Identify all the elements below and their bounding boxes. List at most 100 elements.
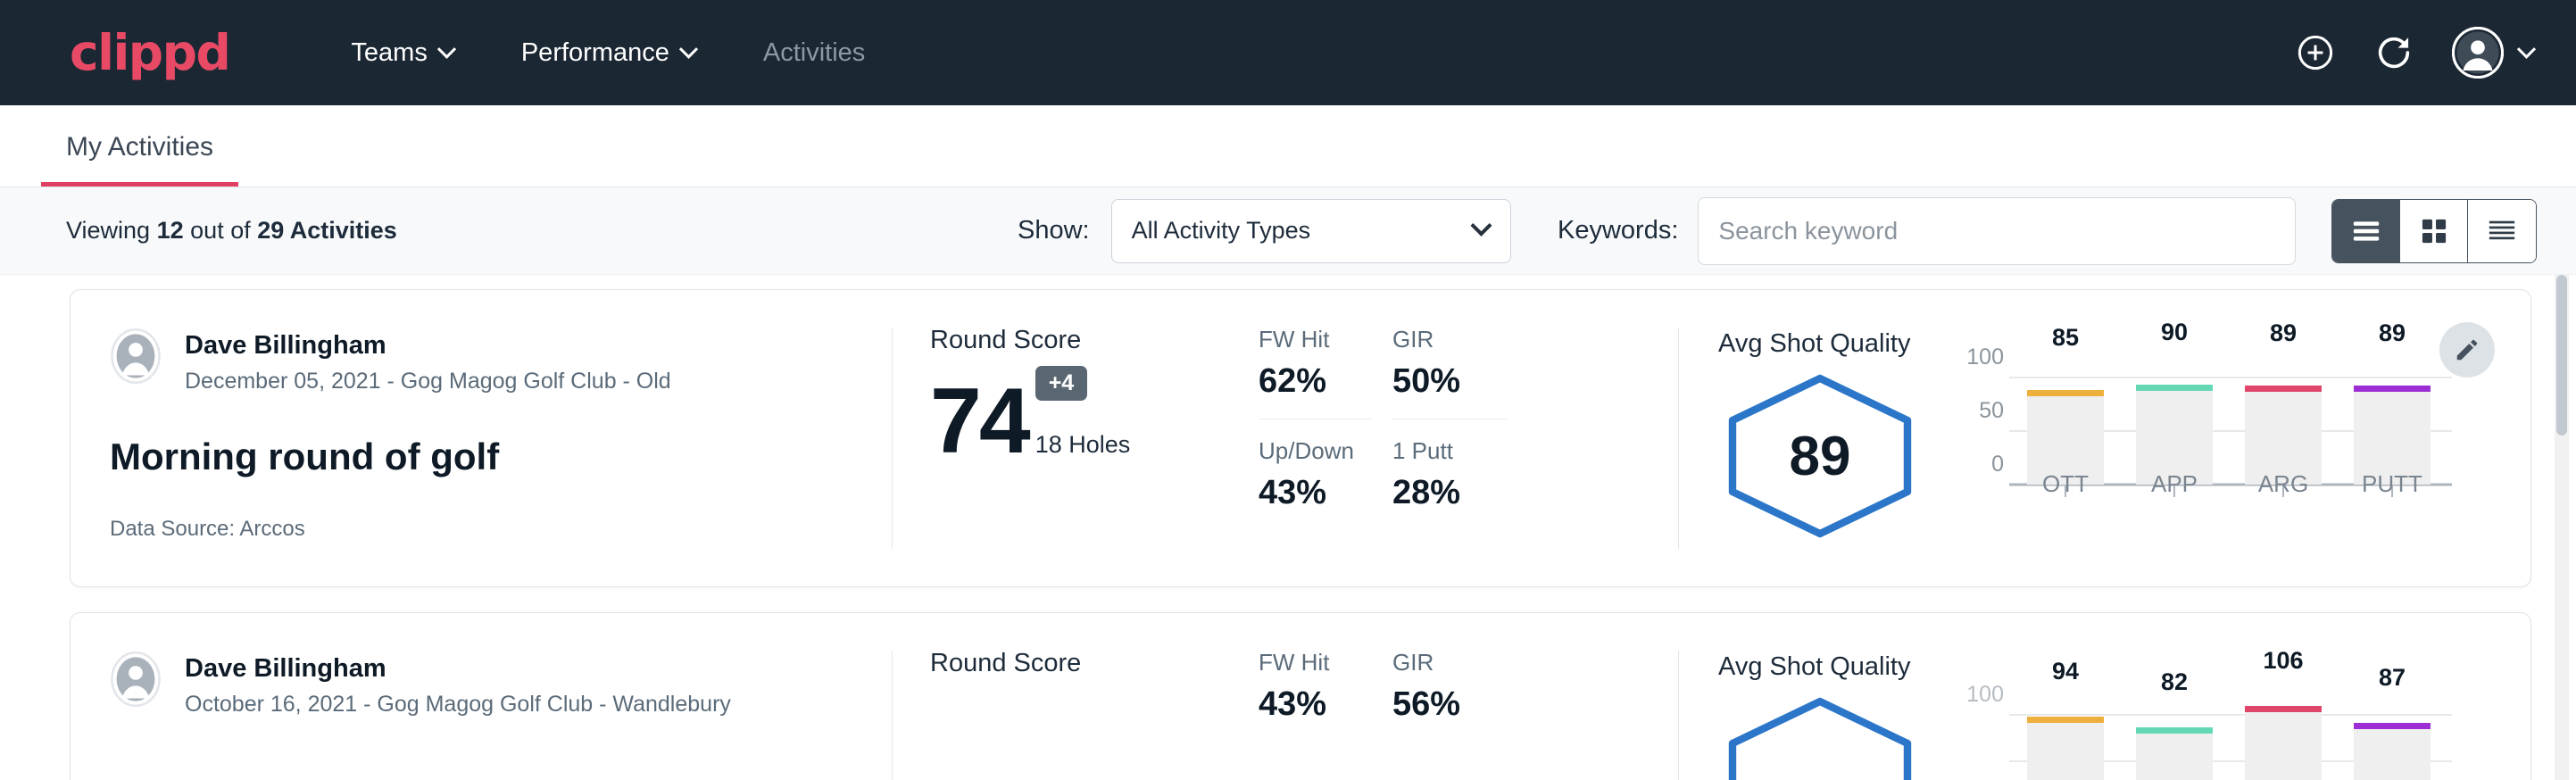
stat-gir: GIR 56% bbox=[1392, 649, 1526, 724]
nav-item-teams[interactable]: Teams bbox=[317, 38, 486, 68]
stat-value: 50% bbox=[1392, 362, 1526, 401]
viewing-middle: out of bbox=[190, 217, 251, 244]
bar-value-arg: 106 bbox=[2245, 647, 2322, 675]
bar-body-app bbox=[2136, 388, 2213, 485]
shot-quality-bar-chart bbox=[1959, 679, 2459, 780]
keywords-label: Keywords: bbox=[1558, 216, 1678, 245]
nav-item-activities[interactable]: Activities bbox=[729, 38, 899, 68]
viewing-prefix: Viewing bbox=[66, 217, 150, 244]
activity-card[interactable]: Dave Billingham October 16, 2021 - Gog M… bbox=[70, 612, 2531, 780]
shot-quality-section: Avg Shot Quality bbox=[1679, 613, 2530, 780]
bar-cap-ott bbox=[2027, 717, 2104, 723]
tab-my-activities[interactable]: My Activities bbox=[41, 132, 238, 187]
scrollbar-thumb[interactable] bbox=[2556, 275, 2567, 436]
stat-label: GIR bbox=[1392, 326, 1526, 353]
data-source: Data Source: Arccos bbox=[110, 517, 305, 542]
grid-view-icon bbox=[2420, 217, 2448, 245]
activity-info: Dave Billingham December 05, 2021 - Gog … bbox=[71, 290, 892, 586]
stat-1-putt: 1 Putt 28% bbox=[1392, 437, 1526, 512]
bar-body-ott bbox=[2027, 394, 2104, 485]
bar-value-arg: 89 bbox=[2245, 319, 2322, 347]
stat-label: FW Hit bbox=[1259, 649, 1392, 676]
top-navigation-bar: clippd Teams Performance Activities bbox=[0, 0, 2576, 105]
round-score-label: Round Score bbox=[930, 326, 1259, 355]
vertical-scrollbar[interactable] bbox=[2555, 275, 2569, 780]
bar-body-arg bbox=[2245, 389, 2322, 485]
search-input[interactable] bbox=[1698, 197, 2296, 265]
filter-toolbar: Viewing 12 out of 29 Activities Show: Al… bbox=[0, 187, 2576, 275]
round-score-value: 74 bbox=[930, 378, 1028, 466]
stat-value: 43% bbox=[1259, 685, 1392, 724]
avatar bbox=[110, 651, 162, 708]
activities-list: Dave Billingham December 05, 2021 - Gog … bbox=[0, 275, 2576, 780]
shot-quality-chart: 100 94 82 106 87 bbox=[1959, 649, 2459, 780]
activity-info: Dave Billingham October 16, 2021 - Gog M… bbox=[71, 613, 892, 780]
bar-body-app bbox=[2136, 731, 2213, 780]
stat-label: 1 Putt bbox=[1392, 437, 1526, 465]
holes-played: 18 Holes bbox=[1035, 431, 1131, 459]
bar-value-putt: 89 bbox=[2354, 319, 2431, 347]
shot-quality-section: Avg Shot Quality 89 bbox=[1679, 290, 2530, 586]
bar-cap-putt bbox=[2354, 723, 2431, 729]
viewing-summary: Viewing 12 out of 29 Activities bbox=[66, 217, 397, 245]
activity-card[interactable]: Dave Billingham December 05, 2021 - Gog … bbox=[70, 289, 2531, 587]
list-view-button[interactable] bbox=[2332, 200, 2400, 262]
shot-quality-hexagon: 89 bbox=[1718, 371, 1922, 541]
avatar bbox=[2452, 27, 2504, 79]
bar-value-ott: 85 bbox=[2027, 324, 2104, 352]
avatar bbox=[110, 328, 162, 385]
player-name: Dave Billingham bbox=[185, 652, 731, 685]
add-circle-icon[interactable] bbox=[2295, 32, 2336, 73]
round-score-section: Round Score bbox=[893, 613, 1259, 780]
nav-actions bbox=[2295, 0, 2533, 105]
nav-item-performance[interactable]: Performance bbox=[487, 38, 729, 68]
refresh-icon[interactable] bbox=[2373, 32, 2414, 73]
list-view-icon bbox=[2351, 218, 2381, 245]
viewing-total: 29 Activities bbox=[257, 217, 397, 244]
activity-type-select[interactable]: All Activity Types bbox=[1111, 199, 1511, 263]
show-label: Show: bbox=[1018, 216, 1090, 245]
compact-view-button[interactable] bbox=[2468, 200, 2536, 262]
tab-bar: My Activities bbox=[0, 105, 2576, 187]
primary-nav: Teams Performance Activities bbox=[317, 38, 899, 68]
show-filter-group: Show: All Activity Types bbox=[1018, 199, 1511, 263]
app-logo[interactable]: clippd bbox=[70, 29, 229, 78]
activity-title: Morning round of golf bbox=[110, 436, 892, 478]
bar-body-arg bbox=[2245, 709, 2322, 780]
account-avatar[interactable] bbox=[2452, 27, 2533, 79]
activity-meta: October 16, 2021 - Gog Magog Golf Club -… bbox=[185, 692, 731, 718]
stat-value: 62% bbox=[1259, 362, 1392, 401]
shot-quality-chart: 100 50 0 85 90 89 89 OTT APP ARG PUTT bbox=[1959, 326, 2459, 586]
stat-up-down: Up/Down 43% bbox=[1259, 437, 1392, 512]
player-identity: Dave Billingham December 05, 2021 - Gog … bbox=[110, 328, 892, 394]
activity-meta: December 05, 2021 - Gog Magog Golf Club … bbox=[185, 369, 671, 394]
stat-value: 28% bbox=[1392, 474, 1526, 512]
stat-fw-hit: FW Hit 43% bbox=[1259, 649, 1392, 724]
avg-shot-quality-value bbox=[1718, 694, 1922, 780]
chevron-down-icon bbox=[1470, 215, 1492, 236]
bar-body-putt bbox=[2354, 389, 2431, 485]
chevron-down-icon bbox=[2517, 39, 2536, 58]
stat-fw-hit: FW Hit 62% bbox=[1259, 326, 1392, 401]
edit-activity-button[interactable] bbox=[2439, 322, 2495, 378]
bar-cap-app bbox=[2136, 385, 2213, 391]
viewing-count: 12 bbox=[157, 217, 184, 244]
shot-quality-hexagon bbox=[1718, 694, 1922, 780]
shot-quality-bar-chart bbox=[1959, 356, 2459, 535]
score-to-par-badge: +4 bbox=[1035, 366, 1088, 401]
bar-body-putt bbox=[2354, 726, 2431, 780]
chevron-down-icon bbox=[437, 39, 456, 58]
keywords-filter-group: Keywords: bbox=[1558, 197, 2296, 265]
round-stats-section: FW Hit 43% GIR 56% bbox=[1259, 613, 1678, 780]
round-stats-section: FW Hit 62% Up/Down 43% GIR 50% bbox=[1259, 290, 1678, 586]
avg-shot-quality-label: Avg Shot Quality bbox=[1718, 652, 1959, 682]
stat-value: 56% bbox=[1392, 685, 1526, 724]
round-score-section: Round Score 74 +4 18 Holes bbox=[893, 290, 1259, 586]
chevron-down-icon bbox=[679, 39, 698, 58]
stat-label: Up/Down bbox=[1259, 437, 1392, 465]
grid-view-button[interactable] bbox=[2400, 200, 2468, 262]
bar-cap-app bbox=[2136, 727, 2213, 734]
bar-cap-ott bbox=[2027, 390, 2104, 396]
bar-cap-arg bbox=[2245, 706, 2322, 712]
avg-shot-quality-value: 89 bbox=[1718, 371, 1922, 541]
